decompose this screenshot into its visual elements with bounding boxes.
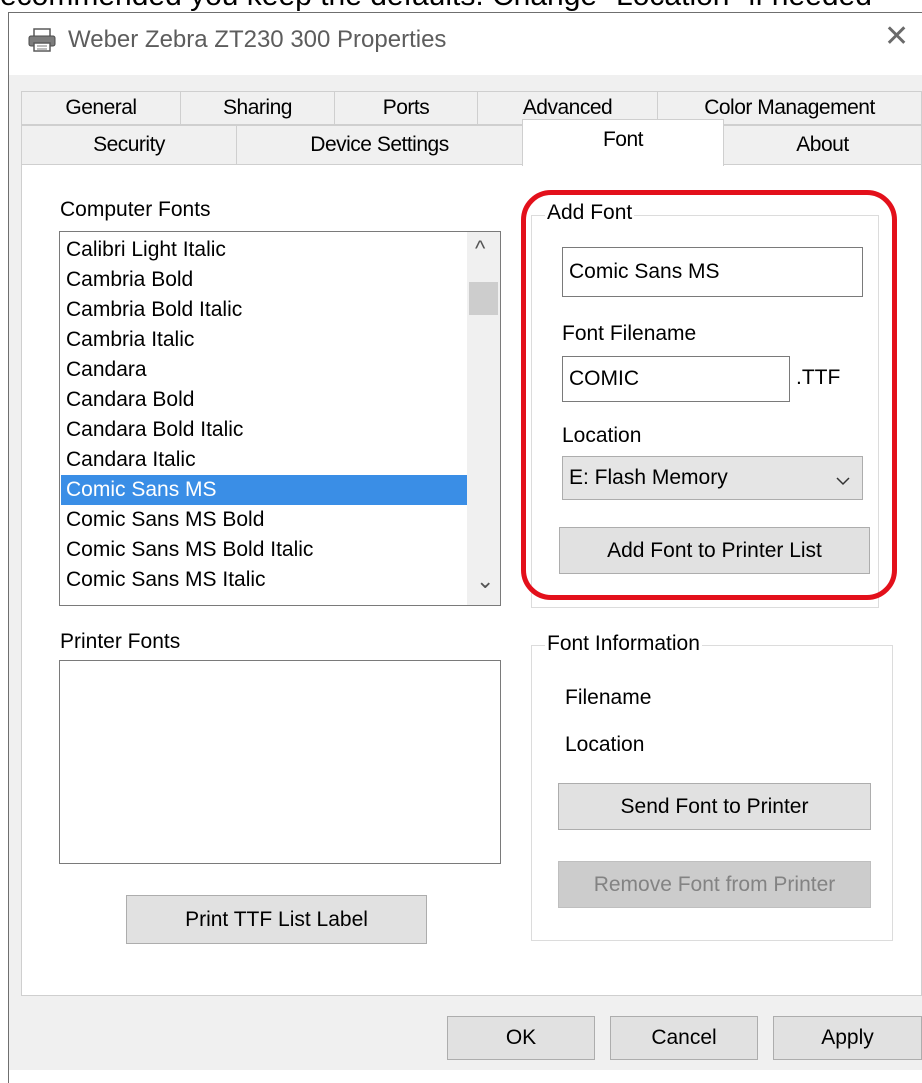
list-item-selected[interactable]: Comic Sans MS	[61, 475, 470, 505]
computer-fonts-label: Computer Fonts	[60, 198, 211, 221]
printer-fonts-list[interactable]	[59, 660, 501, 864]
computer-fonts-list[interactable]: Calibri Light Italic Cambria Bold Cambri…	[59, 231, 501, 606]
send-font-to-printer-button[interactable]: Send Font to Printer	[558, 783, 871, 830]
tab-font[interactable]: Font	[522, 119, 724, 166]
filename-info-label: Filename	[565, 686, 652, 709]
scroll-down-icon[interactable]: ⌄	[476, 568, 494, 594]
apply-button[interactable]: Apply	[773, 1016, 922, 1060]
highlight-annotation	[521, 190, 897, 600]
list-item[interactable]: Comic Sans MS Bold Italic	[64, 535, 313, 565]
tab-security[interactable]: Security	[21, 125, 237, 165]
list-item[interactable]: Candara Italic	[64, 445, 196, 475]
ok-button[interactable]: OK	[447, 1016, 595, 1060]
list-item[interactable]: Candara Bold	[64, 385, 194, 415]
list-item[interactable]: Candara	[64, 355, 147, 385]
list-item-partial	[64, 595, 72, 605]
list-item[interactable]: Cambria Bold	[64, 265, 193, 295]
scroll-up-icon[interactable]: ^	[475, 236, 485, 262]
list-item[interactable]: Cambria Italic	[64, 325, 194, 355]
tab-about[interactable]: About	[723, 125, 922, 165]
list-item[interactable]: Calibri Light Italic	[64, 235, 226, 265]
list-item[interactable]: Cambria Bold Italic	[64, 295, 242, 325]
cancel-button[interactable]: Cancel	[610, 1016, 758, 1060]
close-icon[interactable]: ✕	[884, 22, 909, 52]
printer-fonts-label: Printer Fonts	[60, 630, 181, 653]
list-item[interactable]: Comic Sans MS Italic	[64, 565, 266, 595]
remove-font-from-printer-button: Remove Font from Printer	[558, 861, 871, 908]
list-item[interactable]: Comic Sans MS Bold	[64, 505, 264, 535]
vertical-scrollbar[interactable]: ^ ⌄	[467, 232, 500, 605]
print-ttf-list-label-button[interactable]: Print TTF List Label	[126, 895, 427, 944]
font-information-legend: Font Information	[545, 632, 702, 656]
tab-general[interactable]: General	[21, 91, 181, 125]
printer-icon	[28, 28, 56, 52]
tab-ports[interactable]: Ports	[334, 91, 478, 125]
tab-device-settings[interactable]: Device Settings	[236, 125, 523, 165]
location-info-label: Location	[565, 733, 645, 756]
tab-sharing[interactable]: Sharing	[180, 91, 335, 125]
window-title: Weber Zebra ZT230 300 Properties	[68, 26, 447, 53]
list-item[interactable]: Candara Bold Italic	[64, 415, 243, 445]
scroll-thumb[interactable]	[469, 282, 498, 315]
